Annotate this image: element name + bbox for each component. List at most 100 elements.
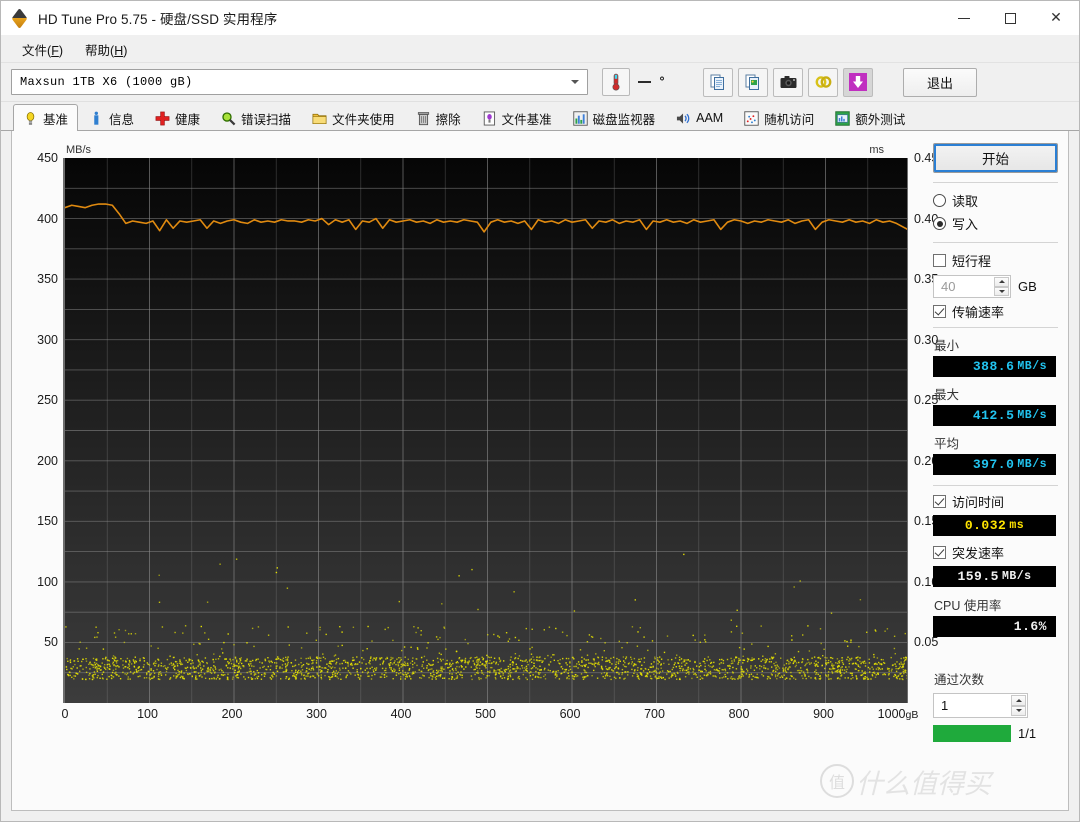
temperature-unit: °: [659, 75, 665, 89]
thermometer-icon: [612, 73, 620, 91]
divider: [933, 242, 1058, 243]
chevron-down-icon: [571, 80, 579, 84]
tab-extra-tests-label: 额外测试: [855, 112, 906, 127]
y-tick-label: 200: [37, 453, 58, 468]
x-tick-label: 800: [728, 707, 750, 721]
tab-file-benchmark[interactable]: 文件基准: [472, 105, 562, 130]
tab-aam-label: AAM: [696, 111, 724, 125]
tab-aam[interactable]: AAM: [666, 105, 733, 130]
chevron-down-icon: [998, 289, 1005, 293]
spin-down-button[interactable]: [1011, 705, 1026, 716]
avg-value: 397.0: [972, 457, 1015, 472]
x-tick-label: 600: [559, 707, 581, 721]
max-label: 最大: [934, 388, 960, 402]
spin-down-button[interactable]: [994, 286, 1009, 296]
menu-help[interactable]: 帮助(H): [74, 37, 138, 62]
short-stroke-value: 40: [941, 279, 956, 294]
copy-image-button[interactable]: [738, 67, 768, 97]
y-tick-label: 150: [37, 514, 58, 529]
app-icon: [11, 8, 30, 29]
burst-rate-checkbox[interactable]: 突发速率: [933, 543, 1058, 562]
x-axis-ticks: 0 100 200 300 400 500 600 700 800 900 1000gB: [62, 703, 919, 727]
access-time-checkbox[interactable]: 访问时间: [933, 492, 1058, 511]
tab-erase[interactable]: 擦除: [406, 105, 471, 130]
tab-info[interactable]: 信息: [79, 105, 144, 130]
y-axis-unit-right: ms: [869, 144, 884, 156]
passes-stepper[interactable]: 1: [933, 693, 1058, 718]
write-radio[interactable]: 写入: [933, 214, 1058, 233]
x-tick-label: 200: [221, 707, 243, 721]
download-arrow-icon: [849, 73, 867, 91]
passes-value: 1: [941, 698, 949, 713]
y-tick-label: 350: [37, 272, 58, 287]
read-radio[interactable]: 读取: [933, 191, 1058, 210]
spin-up-button[interactable]: [994, 277, 1009, 287]
benchmark-chart: MB/s ms 50 100 150 200 250 300 350 400 450 0.05 0…: [25, 144, 938, 760]
burst-rate-value: 159.5: [957, 569, 999, 584]
write-radio-icon: [933, 217, 946, 230]
passes-spin-arrows: [1011, 695, 1026, 716]
tab-disk-monitor[interactable]: 磁盘监视器: [563, 105, 666, 130]
cpu-usage-display: 1.6%: [933, 616, 1056, 637]
y-tick-label: 450: [37, 151, 58, 165]
save-button[interactable]: [843, 67, 873, 97]
progress-text: 1/1: [1018, 726, 1037, 741]
x-tick-label: 700: [644, 707, 665, 721]
speaker-icon: [677, 112, 690, 124]
chart-svg: [65, 158, 907, 703]
burst-rate-display: 159.5 MB/s: [933, 566, 1056, 587]
read-radio-icon: [933, 194, 946, 207]
watermark-mark: 值: [820, 764, 854, 798]
info-icon: [94, 111, 99, 125]
max-value-display: 412.5 MB/s: [933, 405, 1056, 426]
tab-benchmark[interactable]: 基准: [13, 104, 79, 131]
link-button[interactable]: [808, 67, 838, 97]
temperature-group: °: [602, 68, 665, 96]
x-tick-label: 1000gB: [877, 707, 919, 721]
trash-icon: [417, 111, 429, 125]
screenshot-button[interactable]: [773, 67, 803, 97]
copy-button[interactable]: [703, 67, 733, 97]
extra-chart-icon: [835, 110, 850, 126]
access-time-display: 0.032 ms: [933, 515, 1056, 536]
tab-extra-tests[interactable]: 额外测试: [825, 105, 915, 130]
x-tick-label: 300: [306, 707, 327, 721]
tab-benchmark-label: 基准: [43, 112, 69, 127]
spin-up-button[interactable]: [1011, 695, 1026, 706]
x-tick-label: 500: [475, 707, 496, 721]
toolbar-actions: [703, 67, 873, 97]
thermometer-button[interactable]: [602, 68, 630, 96]
chevron-up-icon: [998, 280, 1005, 284]
tab-strip: 基准 信息 健康 错误扫描 文件夹使用 擦除 文件基准 磁盘监视器 AAM 随机…: [1, 102, 1079, 131]
max-value: 412.5: [972, 408, 1015, 423]
exit-button[interactable]: 退出: [903, 67, 977, 97]
menu-file[interactable]: 文件(F): [11, 37, 74, 62]
short-stroke-input[interactable]: 40: [933, 275, 1011, 298]
close-button[interactable]: ✕: [1033, 1, 1079, 35]
tab-disk-monitor-label: 磁盘监视器: [592, 112, 656, 127]
passes-input[interactable]: 1: [933, 693, 1028, 718]
tab-erase-label: 擦除: [435, 112, 461, 127]
tab-random-access[interactable]: 随机访问: [734, 105, 824, 130]
short-stroke-stepper[interactable]: 40 GB: [933, 275, 1058, 298]
copy-icon: [710, 74, 724, 90]
start-button[interactable]: 开始: [933, 143, 1058, 173]
short-stroke-label: 短行程: [952, 254, 992, 269]
benchmark-pane: MB/s ms 50 100 150 200 250 300 350 400 450 0.05 0…: [11, 131, 1069, 811]
transfer-rate-checkbox[interactable]: 传输速率: [933, 302, 1058, 321]
y-tick-label: 100: [37, 574, 58, 589]
drive-select[interactable]: Maxsun 1TB X6 (1000 gB): [11, 69, 588, 95]
bar-chart-icon: [572, 110, 588, 126]
y-axis-left-ticks: 50 100 150 200 250 300 350 400 450: [25, 151, 58, 703]
maximize-button[interactable]: [987, 1, 1033, 35]
tab-health[interactable]: 健康: [145, 105, 210, 130]
tab-folder-usage[interactable]: 文件夹使用: [302, 105, 405, 130]
short-stroke-checkbox[interactable]: 短行程: [933, 251, 1058, 270]
tab-random-access-label: 随机访问: [764, 112, 815, 127]
tab-error-scan[interactable]: 错误扫描: [211, 105, 301, 130]
magnifier-icon: [222, 111, 236, 125]
copy-image-icon: [745, 74, 759, 90]
minimize-button[interactable]: [941, 1, 987, 35]
short-stroke-spin-arrows: [994, 277, 1009, 296]
window-title: HD Tune Pro 5.75 - 硬盘/SSD 实用程序: [38, 12, 278, 27]
